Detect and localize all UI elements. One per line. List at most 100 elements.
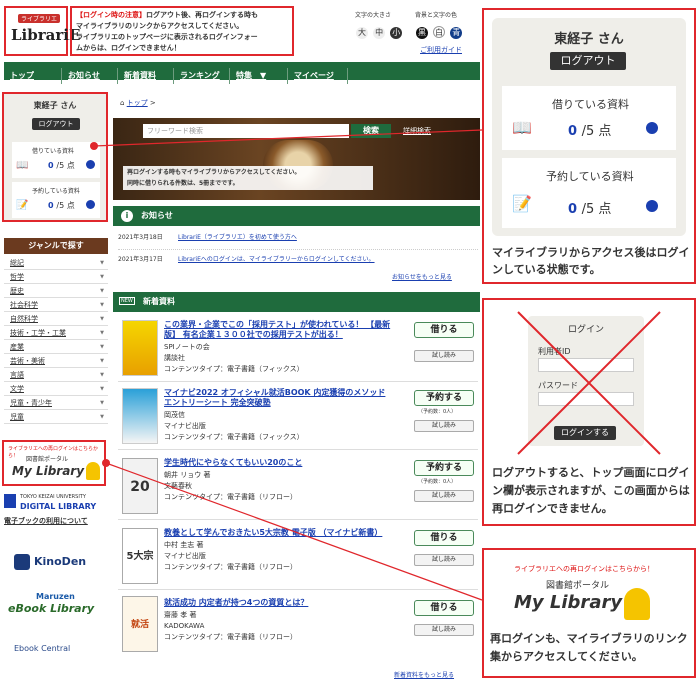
arrow-icon[interactable] (86, 160, 95, 169)
genre-item[interactable]: 技術・工学・工業 (4, 326, 108, 340)
arrow-icon[interactable] (86, 200, 95, 209)
bg-white[interactable]: 白 (433, 26, 446, 38)
book-meta: 中村 圭志 著マイナビ出版 コンテンツタイプ：電子書籍（リフロー） (164, 541, 297, 571)
search-input[interactable]: フリーワード検索 (143, 124, 349, 138)
genre-item[interactable]: 社会科学 (4, 298, 108, 312)
trial-button[interactable]: 試し読み (414, 624, 474, 636)
genre-item[interactable]: 産業 (4, 340, 108, 354)
logo-box: ライブラリエ LibrariE (4, 6, 80, 56)
arrow-icon[interactable] (646, 200, 658, 212)
hero: フリーワード検索 検索 詳細検索 再ログインする時もマイライブラリからアクセスし… (113, 118, 480, 200)
borrow-button[interactable]: 借りる (414, 600, 474, 616)
breadcrumb-top[interactable]: トップ (127, 99, 148, 107)
genre-header: ジャンルで探す (4, 238, 108, 254)
kinoden-link[interactable]: KinoDen (14, 552, 94, 576)
logout-button[interactable]: ログアウト (550, 52, 626, 70)
trial-button[interactable]: 試し読み (414, 420, 474, 432)
bg-black[interactable]: 黒 (416, 27, 428, 39)
book-cover[interactable] (122, 320, 158, 376)
genre-item[interactable]: 児童 (4, 410, 108, 424)
trial-button[interactable]: 試し読み (414, 490, 474, 502)
genre-item[interactable]: 文学 (4, 382, 108, 396)
news-item: 2021年3月18日 LibrariE（ライブラリエ）を初めて使う方へ (118, 232, 478, 250)
bg-blue[interactable]: 青 (450, 27, 463, 39)
book-meta: SPIノートの会 講談社 コンテンツタイプ：電子書籍（フィックス） (164, 343, 304, 373)
book-cover[interactable]: 就活 (122, 596, 158, 652)
text-size-options: 大 中 小 (356, 20, 403, 39)
book-icon (4, 494, 16, 508)
genre-item[interactable]: 自然科学 (4, 312, 108, 326)
ebook-central-link[interactable]: Ebook Central (14, 638, 104, 660)
info-icon: i (121, 210, 133, 222)
nav-feature[interactable]: 特集 ▼ (230, 68, 288, 84)
logo-tag: ライブラリエ (18, 14, 61, 23)
book-item: マイナビ2022 オフィシャル就活BOOK 内定獲得のメソッド エントリーシート… (118, 384, 478, 450)
callout-caption: 再ログインも、マイライブラリのリンク集からアクセスしてください。 (490, 632, 688, 663)
genre-list: 総記 哲学 歴史 社会科学 自然科学 技術・工学・工業 産業 芸術・美術 言語 … (4, 256, 108, 424)
reserve-icon: 📝 (16, 200, 29, 211)
new-more[interactable]: 新着資料をもっと見る (394, 670, 454, 679)
callout-relogin: ライブラリエへの再ログインはこちらから！ 図書館ポータル My Library … (482, 548, 696, 678)
book-title[interactable]: 学生時代にやらなくてもいい20のこと (164, 458, 394, 468)
mylibrary-link[interactable]: ライブラリエへの再ログインはこちらから！ 図書館ポータル My Library (2, 440, 106, 486)
new-header: NEW 新着資料 (113, 292, 480, 312)
nav-ranking[interactable]: ランキング (174, 68, 230, 84)
maruzen-link[interactable]: Maruzen eBook Library (8, 592, 108, 622)
borrowed-box: 借りている資料 📖 0 /5 点 (502, 86, 676, 150)
arrow-icon[interactable] (646, 122, 658, 134)
news-item: 2021年3月17日 LibrariEへのログインは、マイライブラリーからログイン… (118, 256, 375, 263)
text-size-label: 文字の大きさ (355, 12, 392, 19)
size-small[interactable]: 小 (390, 27, 403, 39)
user-name: 東経子 さん (554, 32, 624, 47)
zoom-user-panel: 東経子 さん ログアウト 借りている資料 📖 0 /5 点 予約している資料 📝… (492, 18, 686, 236)
guide-link[interactable]: ご利用ガイド (420, 45, 462, 55)
reserved-label: 予約している資料 (32, 188, 80, 195)
genre-item[interactable]: 言語 (4, 368, 108, 382)
trial-button[interactable]: 試し読み (414, 554, 474, 566)
genre-item[interactable]: 芸術・美術 (4, 354, 108, 368)
book-meta: 朝井 リョウ 著文藝春秋 コンテンツタイプ：電子書籍（リフロー） (164, 471, 297, 501)
genre-item[interactable]: 児童・青少年 (4, 396, 108, 410)
reserved-count: 0 /5 点 (48, 201, 75, 210)
news-header: i お知らせ (113, 206, 480, 226)
reserve-button[interactable]: 予約する (414, 460, 474, 476)
borrow-button[interactable]: 借りる (414, 322, 474, 338)
bg-color-label: 背景と文字の色 (415, 12, 458, 19)
mylibrary-logo[interactable]: My Library (514, 592, 622, 613)
breadcrumb: ⌂ トップ > (120, 99, 156, 107)
book-cover[interactable]: 5大宗教 (122, 528, 158, 618)
book-title[interactable]: マイナビ2022 オフィシャル就活BOOK 内定獲得のメソッド エントリーシート… (164, 388, 394, 408)
reserve-count: （予約数：0人） (418, 409, 457, 415)
trial-button[interactable]: 試し読み (414, 350, 474, 362)
ebook-usage[interactable]: 電子ブックの利用について (4, 516, 108, 526)
logout-button[interactable]: ログアウト (32, 118, 80, 130)
reserved-box: 予約している資料 📝 0 /5 点 (12, 182, 100, 218)
book-title[interactable]: 就活成功 内定者が持つ4つの資質とは？ (164, 598, 394, 608)
genre-item[interactable]: 総記 (4, 256, 108, 270)
borrow-button[interactable]: 借りる (414, 530, 474, 546)
user-name: 東経子 さん (33, 101, 77, 110)
book-item: この業界・企業でこの「採用テスト」が使われている！ 【最新版】 有名企業１３００… (118, 316, 478, 382)
kinoden-icon (14, 554, 30, 570)
book-title[interactable]: 教養として学んでおきたい5大宗教 電子版 （マイナビ新書） (164, 528, 394, 538)
news-more[interactable]: お知らせをもっと見る (392, 272, 452, 281)
book-cover[interactable]: 20 (122, 458, 158, 514)
nav-news[interactable]: お知らせ (62, 68, 118, 84)
book-title[interactable]: この業界・企業でこの「採用テスト」が使われている！ 【最新版】 有名企業１３００… (164, 320, 394, 340)
genre-item[interactable]: 哲学 (4, 270, 108, 284)
digital-library-banner[interactable]: TOKYO KEIZAI UNIVERSITY DIGITAL LIBRARY (4, 492, 108, 514)
genre-item[interactable]: 歴史 (4, 284, 108, 298)
user-panel: 東経子 さん ログアウト 借りている資料 📖 0 /5 点 予約している資料 📝… (2, 92, 108, 222)
advanced-search[interactable]: 詳細検索 (403, 126, 431, 136)
borrowed-label: 借りている資料 (32, 148, 75, 155)
nav-top[interactable]: トップ (4, 68, 62, 84)
size-medium[interactable]: 中 (373, 27, 386, 39)
size-large[interactable]: 大 (356, 27, 368, 39)
nav-new[interactable]: 新着資料 (118, 68, 174, 84)
search-button[interactable]: 検索 (351, 124, 391, 138)
cross-out-icon (517, 311, 661, 455)
book-item: 20 学生時代にやらなくてもいい20のこと 朝井 リョウ 著文藝春秋 コンテンツタ… (118, 454, 478, 520)
book-cover[interactable] (122, 388, 158, 444)
nav-mypage[interactable]: マイページ (288, 68, 348, 84)
reserve-button[interactable]: 予約する (414, 390, 474, 406)
